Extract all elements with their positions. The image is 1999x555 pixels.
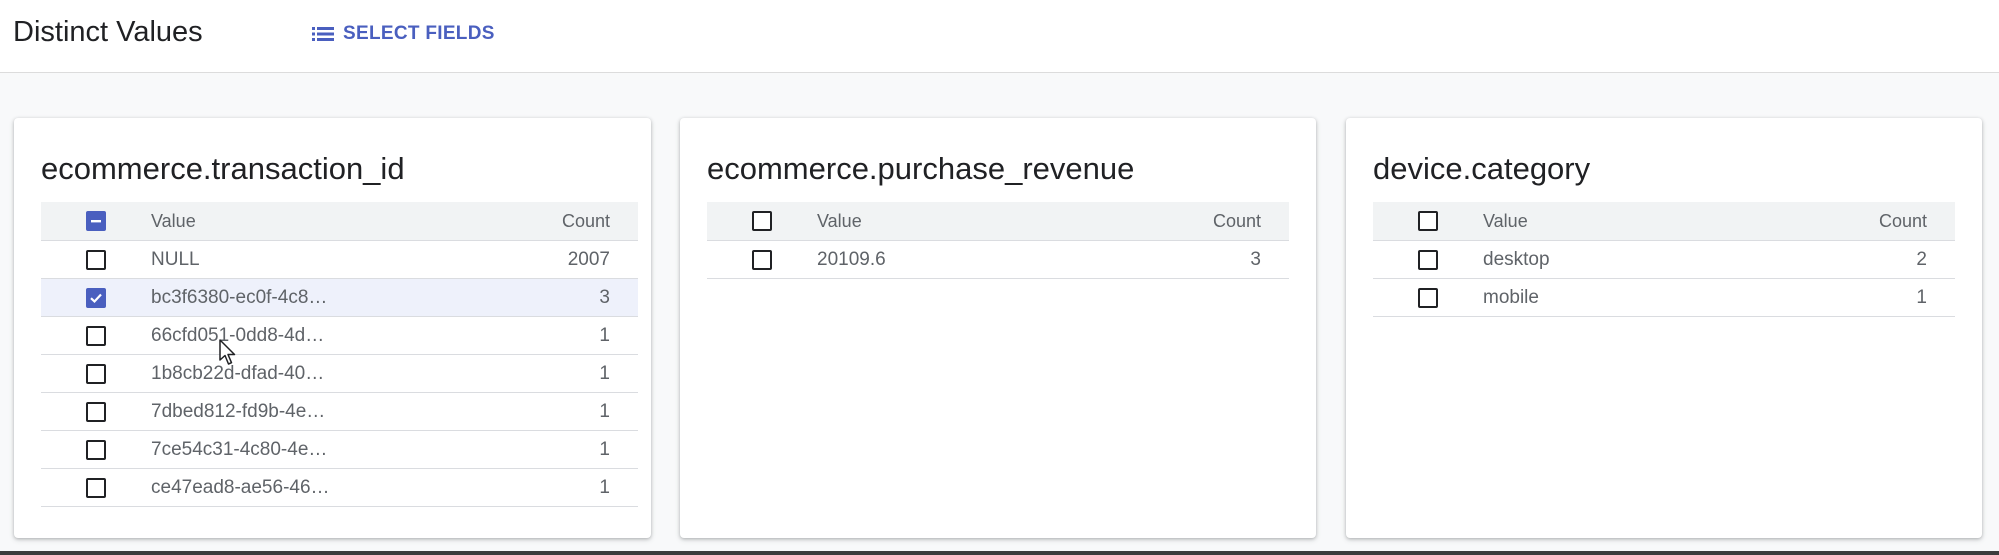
column-header-count: Count (1212, 210, 1261, 231)
check-icon (90, 293, 102, 303)
row-value: 20109.6 (817, 248, 886, 270)
row-count: 1 (1916, 286, 1927, 308)
row-checkbox[interactable] (86, 401, 106, 422)
values-table: Value Count desktop 2 mobile 1 (1373, 202, 1955, 317)
table-row[interactable]: NULL 2007 (41, 241, 638, 279)
card-title: device.category (1373, 151, 1591, 186)
row-count: 3 (1250, 248, 1261, 270)
column-header-value: Value (817, 210, 862, 231)
table-row[interactable]: 20109.6 3 (707, 241, 1289, 279)
row-count: 1 (599, 438, 610, 460)
select-all-checkbox[interactable] (1418, 211, 1438, 231)
row-count: 1 (599, 400, 610, 422)
row-value: 66cfd051-0dd8-4d… (151, 324, 325, 346)
row-count: 2 (1916, 248, 1927, 270)
row-checkbox[interactable] (86, 249, 106, 270)
bottom-divider (0, 551, 1999, 555)
row-value: bc3f6380-ec0f-4c8… (151, 286, 328, 308)
row-value: NULL (151, 248, 200, 270)
table-row[interactable]: 66cfd051-0dd8-4d… 1 (41, 317, 638, 355)
row-value: 7ce54c31-4c80-4e… (151, 438, 328, 460)
field-card-purchase-revenue: ecommerce.purchase_revenue Value Count 2… (680, 118, 1316, 538)
table-row[interactable]: 1b8cb22d-dfad-40… 1 (41, 355, 638, 393)
row-count: 3 (599, 286, 610, 308)
select-fields-label: SELECT FIELDS (343, 23, 495, 44)
column-header-count: Count (1878, 210, 1927, 231)
field-card-transaction-id: ecommerce.transaction_id Value Count NUL… (14, 118, 651, 538)
table-header: Value Count (1373, 202, 1955, 241)
row-checkbox[interactable] (86, 477, 106, 498)
row-value: 7dbed812-fd9b-4e… (151, 400, 326, 422)
table-row[interactable]: 7ce54c31-4c80-4e… 1 (41, 431, 638, 469)
table-header: Value Count (41, 202, 638, 241)
list-icon (312, 27, 334, 41)
row-checkbox[interactable] (86, 439, 106, 460)
top-bar: Distinct Values SELECT FIELDS (0, 0, 1999, 73)
column-header-value: Value (151, 210, 196, 231)
select-fields-button[interactable]: SELECT FIELDS (312, 20, 495, 48)
page-title: Distinct Values (13, 16, 203, 48)
card-title: ecommerce.transaction_id (41, 151, 405, 186)
row-value: 1b8cb22d-dfad-40… (151, 362, 325, 384)
row-value: mobile (1483, 286, 1539, 308)
row-checkbox[interactable] (86, 325, 106, 346)
row-checkbox[interactable] (86, 287, 106, 308)
row-checkbox[interactable] (86, 363, 106, 384)
table-row[interactable]: mobile 1 (1373, 279, 1955, 317)
row-count: 1 (599, 476, 610, 498)
column-header-count: Count (561, 210, 610, 231)
minus-icon (91, 220, 101, 223)
select-all-checkbox[interactable] (86, 211, 106, 231)
table-row[interactable]: bc3f6380-ec0f-4c8… 3 (41, 279, 638, 317)
table-header: Value Count (707, 202, 1289, 241)
row-count: 2007 (567, 248, 610, 270)
row-checkbox[interactable] (752, 249, 772, 270)
card-title: ecommerce.purchase_revenue (707, 151, 1135, 186)
row-value: ce47ead8-ae56-46… (151, 476, 330, 498)
values-table: Value Count NULL 2007 bc3f6380-ec0f-4c8…… (41, 202, 638, 507)
mouse-pointer-icon (219, 339, 236, 365)
values-table: Value Count 20109.6 3 (707, 202, 1289, 279)
table-row[interactable]: 7dbed812-fd9b-4e… 1 (41, 393, 638, 431)
row-checkbox[interactable] (1418, 249, 1438, 270)
select-all-checkbox[interactable] (752, 211, 772, 231)
table-row[interactable]: desktop 2 (1373, 241, 1955, 279)
field-card-device-category: device.category Value Count desktop 2 mo… (1346, 118, 1982, 538)
column-header-value: Value (1483, 210, 1528, 231)
row-checkbox[interactable] (1418, 287, 1438, 308)
row-count: 1 (599, 362, 610, 384)
row-count: 1 (599, 324, 610, 346)
table-row[interactable]: ce47ead8-ae56-46… 1 (41, 469, 638, 507)
row-value: desktop (1483, 248, 1550, 270)
